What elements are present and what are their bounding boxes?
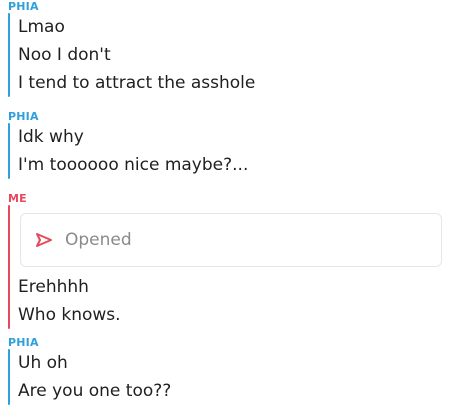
message-block: Idk why I'm toooooo nice maybe?... <box>8 123 444 179</box>
opened-status-card[interactable]: Opened <box>20 213 442 267</box>
sender-label: PHIA <box>8 336 39 349</box>
message-group-phia: PHIA Idk why I'm toooooo nice maybe?... <box>8 110 444 179</box>
me-accent-bar <box>8 205 10 329</box>
message-group-phia: PHIA Uh oh Are you one too?? <box>8 336 444 405</box>
message-block: Lmao Noo I don't I tend to attract the a… <box>8 13 444 97</box>
friend-accent-bar <box>8 349 10 405</box>
opened-status-text: Opened <box>65 230 132 250</box>
chat-message[interactable]: I'm toooooo nice maybe?... <box>18 151 444 179</box>
chat-message[interactable]: I tend to attract the asshole <box>18 69 444 97</box>
chat-message[interactable]: Erehhhh <box>18 273 444 301</box>
chat-thread: PHIA Lmao Noo I don't I tend to attract … <box>0 0 460 414</box>
message-group-me: ME Opened Erehhhh Who knows. <box>8 192 444 329</box>
chat-message[interactable]: Uh oh <box>18 349 444 377</box>
chat-message[interactable]: Noo I don't <box>18 41 444 69</box>
message-block: Uh oh Are you one too?? <box>8 349 444 405</box>
chat-message[interactable]: Lmao <box>18 13 444 41</box>
chat-message[interactable]: Who knows. <box>18 301 444 329</box>
sender-label: PHIA <box>8 0 39 13</box>
chat-message[interactable]: Idk why <box>18 123 444 151</box>
opened-arrow-icon <box>35 232 53 248</box>
friend-accent-bar <box>8 13 10 97</box>
sender-label: PHIA <box>8 110 39 123</box>
message-block: Opened Erehhhh Who knows. <box>8 205 444 329</box>
sender-label: ME <box>8 192 27 205</box>
message-group-phia: PHIA Lmao Noo I don't I tend to attract … <box>8 0 444 97</box>
chat-message[interactable]: Are you one too?? <box>18 377 444 405</box>
friend-accent-bar <box>8 123 10 179</box>
